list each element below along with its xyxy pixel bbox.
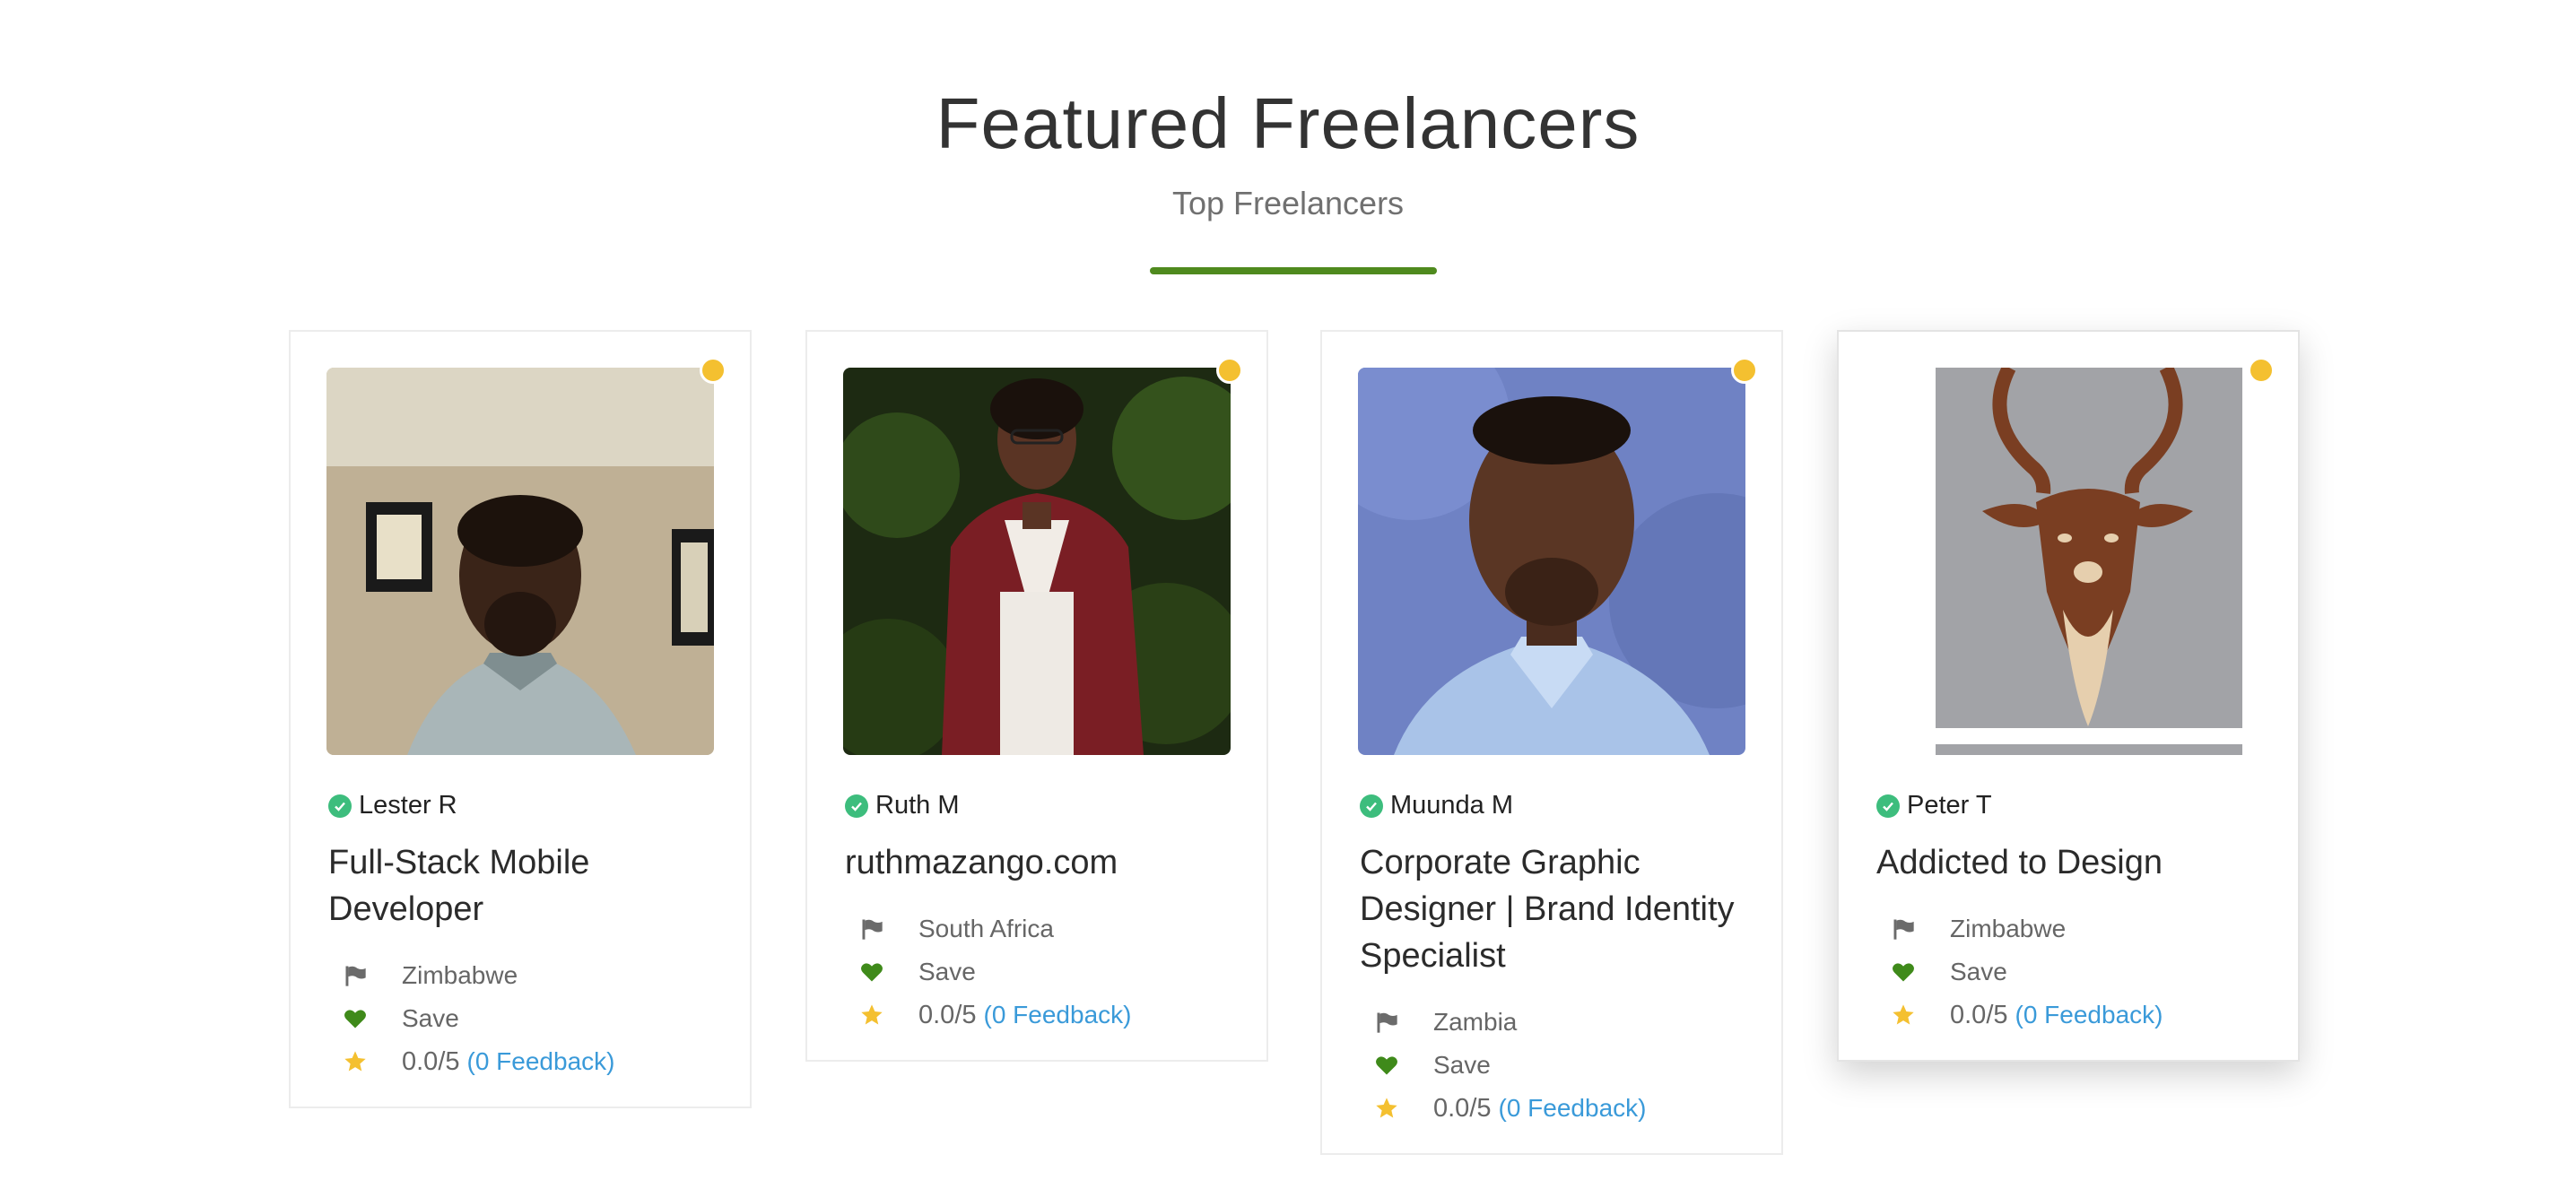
feedback-link[interactable]: (0 Feedback) [2015, 1001, 2163, 1029]
rating-row: 0.0/5 (0 Feedback) [341, 1040, 614, 1083]
freelancer-meta: Zimbabwe Save 0.0/5 (0 Feedback) [1889, 907, 2163, 1037]
save-button[interactable]: Save [1433, 1051, 1491, 1080]
star-icon [857, 1001, 886, 1029]
flag-icon [1372, 1008, 1401, 1037]
country-row: Zimbabwe [341, 954, 614, 997]
feedback-link[interactable]: (0 Feedback) [1499, 1094, 1647, 1123]
freelancer-card[interactable]: Muunda M Corporate Graphic Designer | Br… [1320, 330, 1783, 1155]
title-underline-divider [1150, 267, 1437, 274]
section-subtitle: Top Freelancers [1171, 185, 1405, 221]
country-label: Zimbabwe [402, 961, 518, 989]
rating-row: 0.0/5 (0 Feedback) [857, 994, 1131, 1037]
check-circle-icon [845, 794, 868, 818]
country-label: Zambia [1433, 1008, 1518, 1036]
country-row: South Africa [857, 907, 1131, 950]
flag-icon [341, 961, 370, 990]
freelancer-meta: Zimbabwe Save 0.0/5 (0 Feedback) [341, 954, 614, 1083]
freelancer-headline[interactable]: Full-Stack Mobile Developer [328, 839, 723, 933]
check-circle-icon [1360, 794, 1383, 818]
online-status-dot [2248, 357, 2275, 384]
freelancer-headline[interactable]: ruthmazango.com [845, 839, 1240, 886]
country-row: Zimbabwe [1889, 907, 2163, 950]
freelancer-name[interactable]: Muunda M [1390, 791, 1513, 820]
freelancer-meta: South Africa Save 0.0/5 (0 Feedback) [857, 907, 1131, 1037]
heart-icon[interactable] [341, 1004, 370, 1033]
featured-freelancers-section: Featured Freelancers Top Freelancers Les… [0, 0, 2576, 1189]
heart-icon[interactable] [857, 958, 886, 986]
rating-value: 0.0/5 [1433, 1093, 1492, 1123]
feedback-link[interactable]: (0 Feedback) [467, 1047, 615, 1076]
freelancer-photo[interactable] [1875, 368, 2262, 755]
freelancer-name[interactable]: Ruth M [875, 791, 959, 820]
country-label: Zimbabwe [1950, 915, 2067, 942]
save-row[interactable]: Save [1372, 1044, 1646, 1087]
freelancer-name[interactable]: Lester R [359, 791, 457, 820]
rating-value: 0.0/5 [402, 1046, 460, 1076]
freelancer-photo[interactable] [843, 368, 1231, 755]
freelancer-headline[interactable]: Corporate Graphic Designer | Brand Ident… [1360, 839, 1754, 979]
online-status-dot [1731, 357, 1758, 384]
country-row: Zambia [1372, 1001, 1646, 1044]
check-circle-icon [328, 794, 352, 818]
save-row[interactable]: Save [1889, 950, 2163, 994]
star-icon [1889, 1001, 1918, 1029]
flag-icon [1889, 915, 1918, 943]
flag-icon [857, 915, 886, 943]
freelancer-meta: Zambia Save 0.0/5 (0 Feedback) [1372, 1001, 1646, 1130]
freelancer-card[interactable]: Ruth M ruthmazango.com South Africa Save [805, 330, 1268, 1062]
rating-value: 0.0/5 [918, 1000, 977, 1029]
save-button[interactable]: Save [1950, 958, 2007, 986]
online-status-dot [700, 357, 727, 384]
star-icon [1372, 1094, 1401, 1123]
country-label: South Africa [918, 915, 1054, 942]
rating-row: 0.0/5 (0 Feedback) [1372, 1087, 1646, 1130]
save-row[interactable]: Save [341, 997, 614, 1040]
rating-value: 0.0/5 [1950, 1000, 2008, 1029]
star-icon [341, 1047, 370, 1076]
freelancer-card[interactable]: Lester R Full-Stack Mobile Developer Zim… [289, 330, 752, 1108]
freelancer-photo[interactable] [1358, 368, 1745, 755]
section-title: Featured Freelancers [936, 83, 1640, 163]
heart-icon[interactable] [1889, 958, 1918, 986]
feedback-link[interactable]: (0 Feedback) [984, 1001, 1132, 1029]
freelancer-photo[interactable] [326, 368, 714, 755]
save-button[interactable]: Save [918, 958, 976, 986]
save-button[interactable]: Save [402, 1004, 459, 1033]
freelancer-card[interactable]: Peter T Addicted to Design Zimbabwe Save [1837, 330, 2300, 1062]
save-row[interactable]: Save [857, 950, 1131, 994]
heart-icon[interactable] [1372, 1051, 1401, 1080]
online-status-dot [1216, 357, 1243, 384]
rating-row: 0.0/5 (0 Feedback) [1889, 994, 2163, 1037]
freelancer-name[interactable]: Peter T [1907, 791, 1992, 820]
freelancer-headline[interactable]: Addicted to Design [1876, 839, 2271, 886]
check-circle-icon [1876, 794, 1900, 818]
